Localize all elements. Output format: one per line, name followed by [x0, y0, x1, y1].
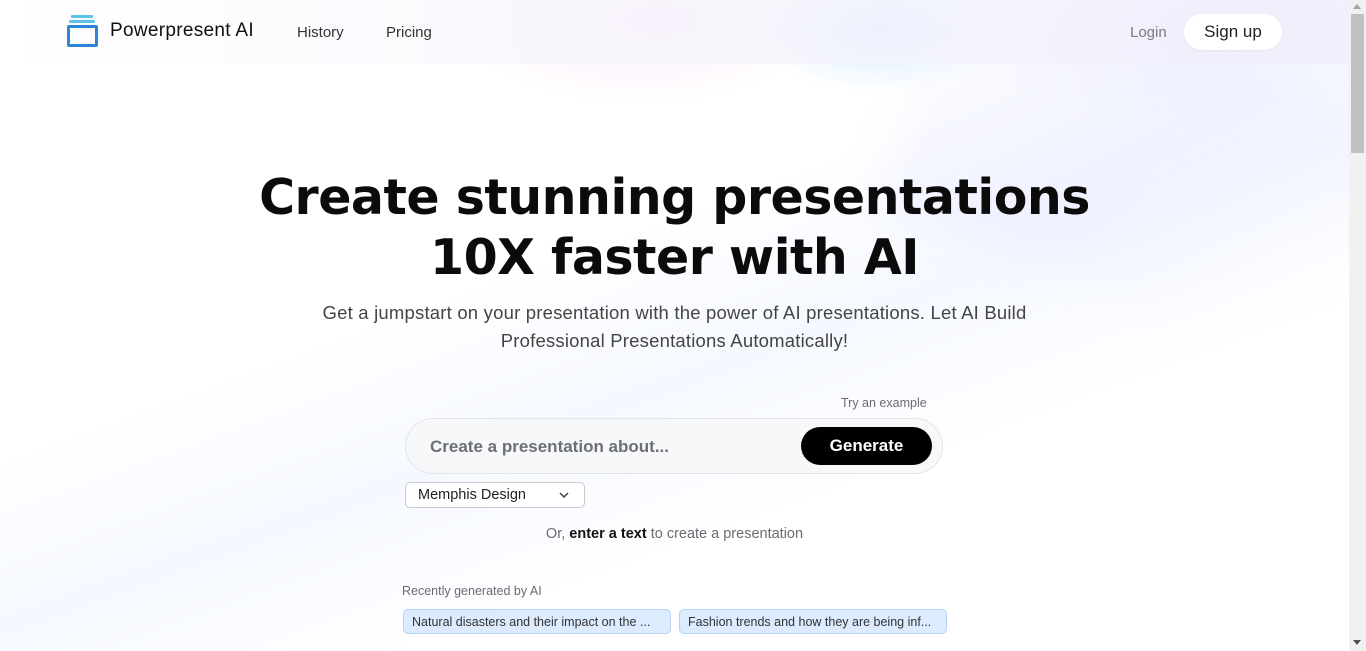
- alt-option-text: Or, enter a text to create a presentatio…: [0, 526, 1349, 542]
- nav-pricing-link[interactable]: Pricing: [386, 24, 432, 41]
- scrollbar-thumb[interactable]: [1351, 14, 1364, 153]
- alt-option-prefix: Or,: [545, 526, 566, 542]
- alt-option-suffix: to create a presentation: [650, 526, 804, 542]
- recent-chip[interactable]: Fashion trends and how they are being in…: [679, 609, 947, 634]
- vertical-scrollbar[interactable]: [1349, 0, 1366, 651]
- brand-name[interactable]: Powerpresent AI: [110, 20, 254, 42]
- prompt-form: Generate: [405, 418, 943, 474]
- hero-subtitle: Get a jumpstart on your presentation wit…: [300, 299, 1049, 355]
- hero-subtitle-line-1: Get a jumpstart on your presentation wit…: [322, 302, 1027, 323]
- top-navbar: Powerpresent AI History Pricing Login Si…: [0, 0, 1349, 64]
- nav-history-link[interactable]: History: [297, 24, 344, 41]
- chevron-down-icon: [559, 492, 569, 499]
- stacked-slides-icon[interactable]: [66, 14, 100, 48]
- try-example-link[interactable]: Try an example: [841, 396, 927, 410]
- hero-subtitle-line-2: Professional Presentations Automatically…: [500, 330, 849, 351]
- login-link[interactable]: Login: [1130, 24, 1167, 41]
- enter-text-link[interactable]: enter a text: [569, 526, 646, 542]
- prompt-input[interactable]: [430, 433, 790, 461]
- theme-select-value: Memphis Design: [418, 487, 526, 503]
- logo-bar-middle: [69, 20, 95, 23]
- hero-title-line-1: Create stunning presentations: [259, 169, 1090, 226]
- recent-label: Recently generated by AI: [402, 584, 542, 598]
- generate-button[interactable]: Generate: [801, 427, 932, 465]
- recent-chip[interactable]: Natural disasters and their impact on th…: [403, 609, 671, 634]
- hero-title: Create stunning presentations 10X faster…: [0, 168, 1349, 288]
- scroll-up-arrow-icon[interactable]: [1353, 4, 1361, 9]
- logo-frame: [67, 25, 98, 47]
- logo-bar-top: [71, 15, 93, 18]
- signup-button[interactable]: Sign up: [1184, 14, 1282, 50]
- hero-title-line-2: 10X faster with AI: [429, 229, 920, 286]
- scroll-down-arrow-icon[interactable]: [1353, 640, 1361, 645]
- theme-select[interactable]: Memphis Design: [405, 482, 585, 508]
